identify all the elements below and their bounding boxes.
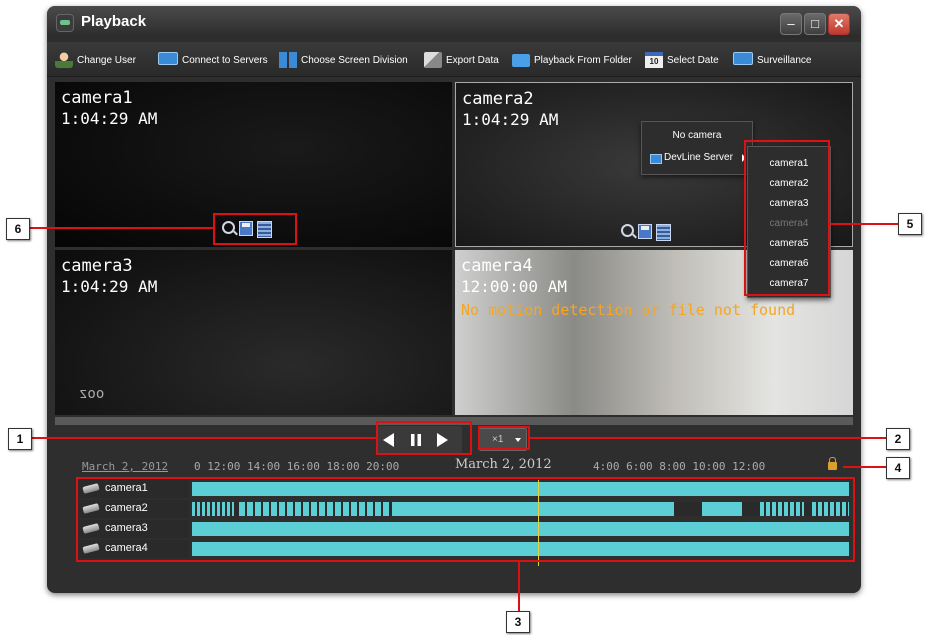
menu-item-no-camera[interactable]: No camera — [642, 126, 752, 146]
scene-overlay-text: zoo — [79, 386, 105, 402]
connect-servers-button[interactable]: Connect to Servers — [158, 50, 268, 70]
timeline-ticks-left: 0 12:00 14:00 16:00 18:00 20:00 — [194, 460, 400, 473]
callout-line-1 — [30, 437, 376, 439]
callout-line-4 — [843, 466, 887, 468]
camera-name: camera3 — [61, 256, 133, 276]
callout-6: 6 — [6, 218, 30, 240]
toolbar-label: Surveillance — [757, 54, 812, 66]
title-bar: Playback – □ ✕ — [47, 6, 861, 38]
callout-line-6 — [28, 227, 213, 229]
close-button[interactable]: ✕ — [828, 13, 850, 35]
toolbar-label: Playback From Folder — [534, 54, 632, 66]
menu-item-server-label: DevLine Server — [664, 152, 733, 163]
panel-controls — [621, 224, 671, 241]
toolbar-label: Connect to Servers — [182, 54, 268, 66]
callout-line-3 — [518, 562, 520, 612]
monitor-icon — [733, 52, 753, 65]
callout-5: 5 — [898, 213, 922, 235]
camera-panel-3[interactable]: camera3 1:04:29 AM zoo — [55, 250, 452, 415]
toolbar-label: Select Date — [667, 54, 719, 66]
calendar-icon: 10 — [645, 52, 663, 68]
save-icon[interactable] — [638, 224, 652, 239]
context-menu: No camera DevLine Server — [641, 121, 753, 175]
timeline-date-link[interactable]: March 2, 2012 — [82, 460, 168, 473]
camera-time: 1:04:29 AM — [462, 110, 559, 129]
lock-icon[interactable] — [828, 457, 837, 470]
export-data-button[interactable]: Export Data — [424, 50, 499, 70]
callout-4: 4 — [886, 457, 910, 479]
callout-line-5 — [830, 223, 898, 225]
callout-line-2 — [530, 437, 887, 439]
callout-3: 3 — [506, 611, 530, 633]
surveillance-button[interactable]: Surveillance — [733, 50, 811, 70]
maximize-button[interactable]: □ — [804, 13, 826, 35]
export-icon — [424, 52, 442, 68]
camera-time: 12:00:00 AM — [461, 277, 567, 296]
server-icon — [650, 154, 662, 164]
toolbar-label: Export Data — [446, 54, 499, 66]
camera-time: 1:04:29 AM — [61, 277, 158, 296]
callout-box-1 — [376, 421, 472, 455]
minimize-button[interactable]: – — [780, 13, 802, 35]
no-motion-message: No motion detection or file not found — [461, 301, 796, 319]
camera-name: camera2 — [462, 89, 534, 109]
toolbar-label: Choose Screen Division — [301, 54, 408, 66]
toolbar: Change User Connect to Servers Choose Sc… — [47, 42, 861, 77]
folder-icon — [512, 53, 530, 67]
toolbar-label: Change User — [77, 54, 136, 66]
timeline-center-date: March 2, 2012 — [455, 457, 552, 472]
screen-division-button[interactable]: Choose Screen Division — [279, 50, 408, 70]
zoom-icon[interactable] — [621, 224, 634, 237]
monitor-icon — [158, 52, 178, 65]
callout-box-2 — [478, 426, 530, 450]
camera-name: camera1 — [61, 88, 133, 108]
change-user-button[interactable]: Change User — [55, 50, 136, 70]
user-icon — [55, 52, 73, 68]
camera-name: camera4 — [461, 256, 533, 276]
grid-icon — [279, 52, 297, 68]
app-logo-icon — [56, 14, 74, 32]
camera-time: 1:04:29 AM — [61, 109, 158, 128]
timeline-ticks-right: 4:00 6:00 8:00 10:00 12:00 — [593, 460, 766, 473]
callout-box-3 — [76, 477, 855, 562]
select-date-button[interactable]: 10 Select Date — [645, 50, 719, 70]
film-icon[interactable] — [656, 224, 671, 241]
callout-box-5 — [744, 140, 830, 296]
playback-folder-button[interactable]: Playback From Folder — [512, 50, 632, 70]
menu-item-server[interactable]: DevLine Server — [642, 148, 752, 168]
callout-2: 2 — [886, 428, 910, 450]
callout-1: 1 — [8, 428, 32, 450]
window-title: Playback — [81, 13, 147, 30]
callout-box-6 — [213, 213, 297, 245]
